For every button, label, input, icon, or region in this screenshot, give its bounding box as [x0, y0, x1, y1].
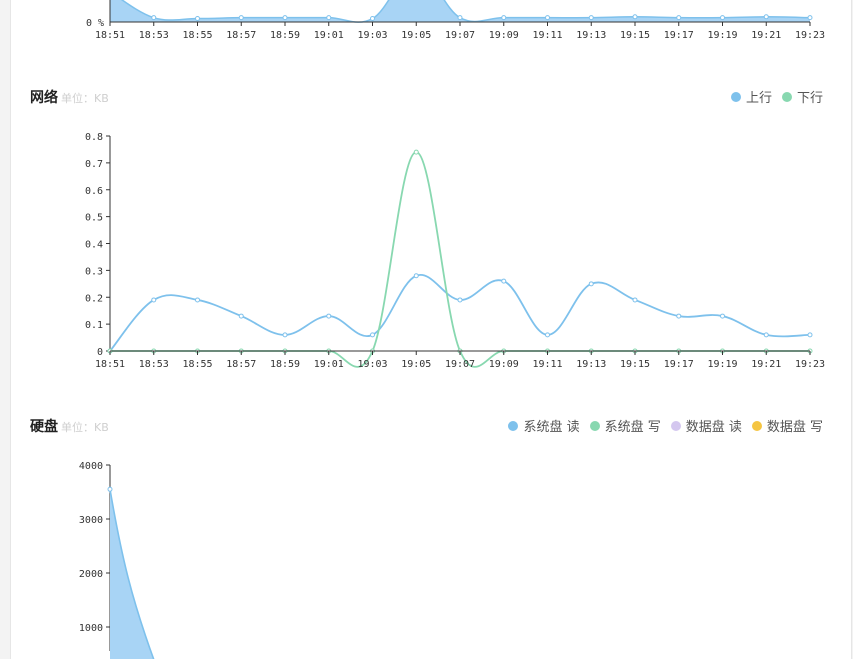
disk-chart: 1000 2000 3000 4000 [79, 461, 155, 659]
disk-point [107, 486, 113, 492]
disk-y-tick-label: 2000 [79, 569, 103, 580]
disk-area [110, 489, 154, 659]
disk-y-tick-label: 4000 [79, 461, 103, 472]
disk-y-tick-label: 3000 [79, 515, 103, 526]
disk-y-tick-label: 1000 [79, 623, 103, 634]
